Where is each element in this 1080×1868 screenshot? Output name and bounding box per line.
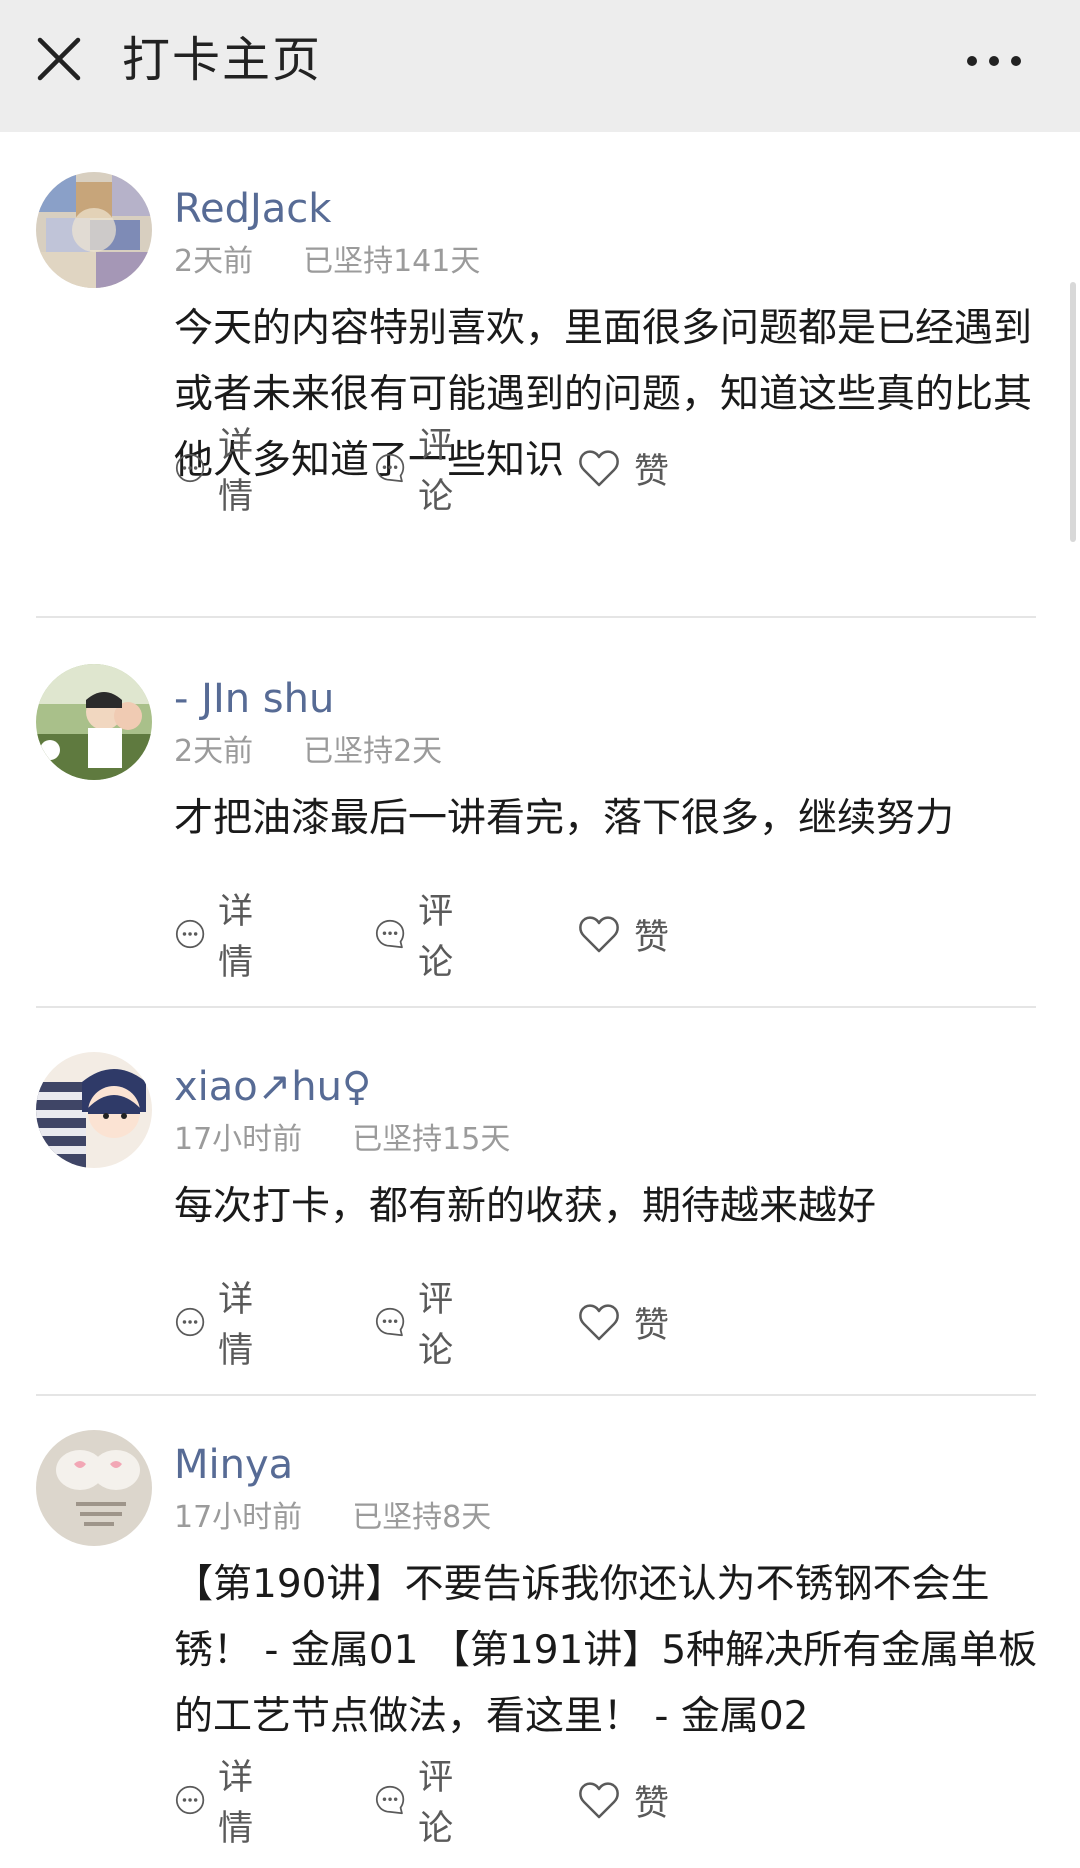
scrollbar[interactable]	[1070, 282, 1076, 542]
like-label: 赞	[634, 451, 670, 492]
comment-label: 评论	[418, 426, 454, 517]
detail-button[interactable]: 详情	[174, 1758, 267, 1849]
top-bar: 打卡主页	[0, 0, 1080, 132]
comment-button[interactable]: 评论	[374, 1758, 467, 1849]
more-circle-icon	[175, 919, 205, 949]
detail-label: 详情	[218, 426, 254, 517]
post-meta: 2天前 已坚持2天	[174, 732, 442, 772]
streak-days: 已坚持8天	[352, 1500, 492, 1535]
comment-button[interactable]: 评论	[374, 426, 467, 517]
like-button[interactable]: 赞	[576, 910, 669, 958]
post-time: 2天前	[174, 244, 254, 279]
comment-label: 评论	[418, 1758, 454, 1849]
comment-button[interactable]: 评论	[374, 892, 467, 983]
heart-icon	[579, 1304, 619, 1341]
like-label: 赞	[634, 917, 670, 958]
like-button[interactable]: 赞	[576, 1298, 669, 1346]
heart-icon	[579, 450, 619, 487]
avatar[interactable]	[36, 1052, 152, 1168]
avatar[interactable]	[36, 1430, 152, 1546]
post-meta: 17小时前 已坚持15天	[174, 1120, 510, 1160]
detail-button[interactable]: 详情	[174, 426, 267, 517]
divider	[36, 616, 1036, 618]
more-horizontal-icon[interactable]	[962, 46, 1026, 76]
username[interactable]: Minya	[174, 1440, 293, 1490]
post-meta: 2天前 已坚持141天	[174, 242, 480, 282]
post-content: 才把油漆最后一讲看完，落下很多，继续努力	[174, 796, 955, 841]
detail-button[interactable]: 详情	[174, 892, 267, 983]
heart-icon	[579, 1782, 619, 1819]
like-button[interactable]: 赞	[576, 444, 669, 492]
comment-bubble-icon	[375, 1307, 405, 1337]
close-icon[interactable]	[34, 34, 84, 84]
more-circle-icon	[175, 453, 205, 483]
page-title: 打卡主页	[122, 32, 323, 88]
post-time: 2天前	[174, 734, 254, 769]
post-meta: 17小时前 已坚持8天	[174, 1498, 491, 1538]
streak-days: 已坚持2天	[303, 734, 443, 769]
username[interactable]: xiao↗hu♀	[174, 1062, 371, 1112]
like-label: 赞	[634, 1783, 670, 1824]
more-circle-icon	[175, 1785, 205, 1815]
more-circle-icon	[175, 1307, 205, 1337]
post-time: 17小时前	[174, 1122, 303, 1157]
like-label: 赞	[634, 1305, 670, 1346]
comment-label: 评论	[418, 892, 454, 983]
divider	[36, 1394, 1036, 1396]
streak-days: 已坚持15天	[352, 1122, 511, 1157]
detail-label: 详情	[218, 1280, 254, 1371]
username[interactable]: RedJack	[174, 184, 331, 234]
like-button[interactable]: 赞	[576, 1776, 669, 1824]
comment-button[interactable]: 评论	[374, 1280, 467, 1371]
post-time: 17小时前	[174, 1500, 303, 1535]
comment-bubble-icon	[375, 919, 405, 949]
streak-days: 已坚持141天	[303, 244, 481, 279]
comment-bubble-icon	[375, 453, 405, 483]
checkin-feed[interactable]: RedJack 2天前 已坚持141天 今天的内容特别喜欢，里面很多问题都是已经遇…	[0, 132, 1080, 1868]
comment-bubble-icon	[375, 1785, 405, 1815]
divider	[36, 1006, 1036, 1008]
post-content: 每次打卡，都有新的收获，期待越来越好	[174, 1184, 877, 1229]
username[interactable]: - JIn shu	[174, 674, 334, 724]
detail-button[interactable]: 详情	[174, 1280, 267, 1371]
heart-icon	[579, 916, 619, 953]
avatar[interactable]	[36, 664, 152, 780]
post-content: 【第190讲】不要告诉我你还认为不锈钢不会生锈！ - 金属01 【第191讲】5…	[174, 1562, 1038, 1739]
detail-label: 详情	[218, 892, 254, 983]
comment-label: 评论	[418, 1280, 454, 1371]
detail-label: 详情	[218, 1758, 254, 1849]
avatar[interactable]	[36, 172, 152, 288]
